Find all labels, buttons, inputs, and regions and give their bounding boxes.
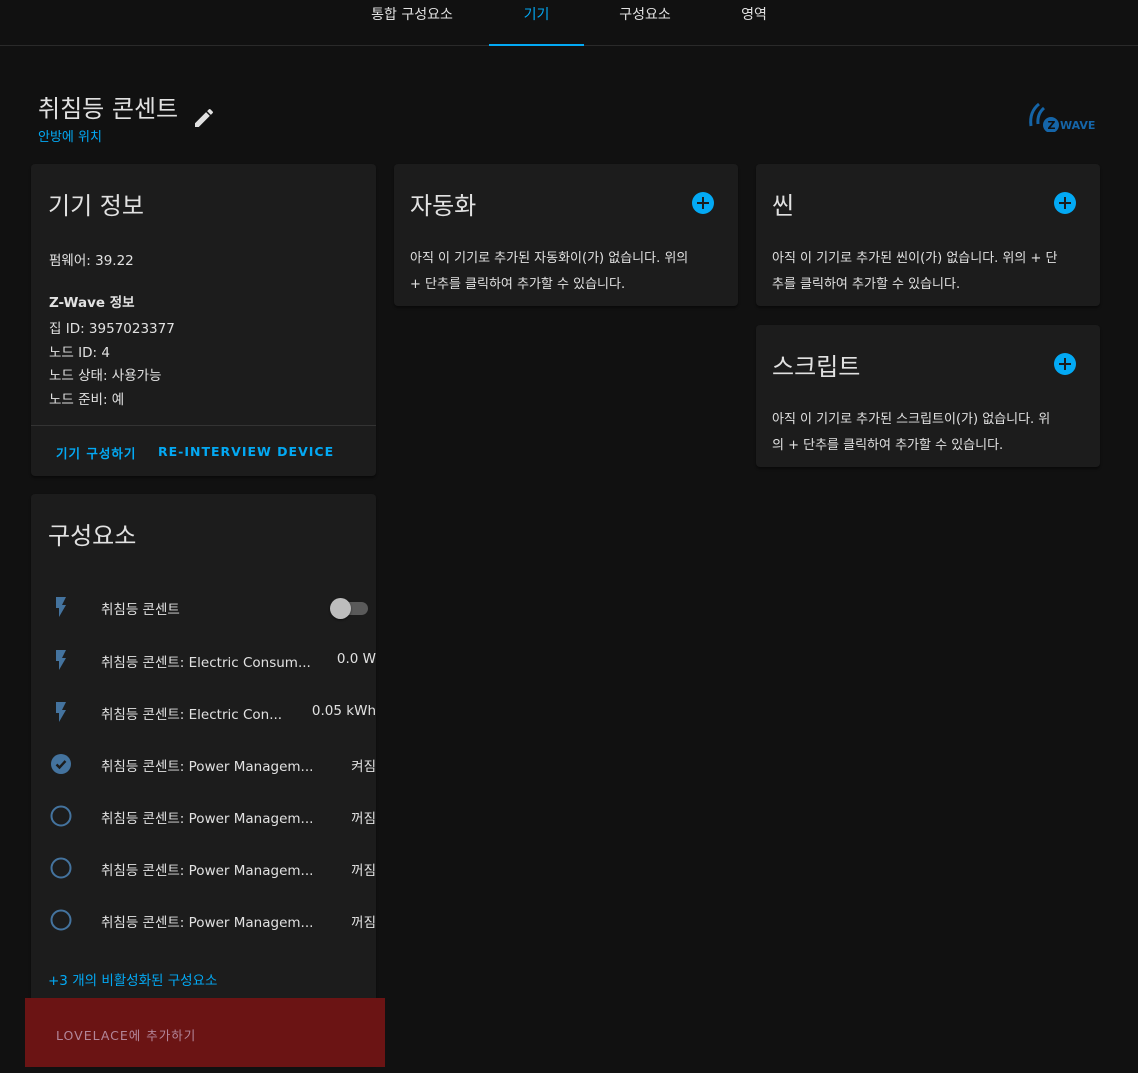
entity-toggle[interactable]: [330, 598, 372, 619]
card-title: 씬: [772, 192, 795, 220]
entity-name: 취침등 콘센트: [101, 602, 180, 618]
svg-text:WAVE: WAVE: [1060, 119, 1095, 132]
entity-state: 0.05 kWh: [311, 703, 376, 719]
tab-areas[interactable]: 영역: [725, 0, 783, 46]
zwave-heading: Z-Wave 정보: [49, 295, 135, 311]
entity-name: 취침등 콘센트: Electric Consum...: [101, 655, 311, 671]
svg-text:Z: Z: [1048, 119, 1056, 132]
node-id-text: 노드 ID: 4: [49, 345, 110, 361]
entity-row[interactable]: 취침등 콘센트: [31, 581, 376, 633]
page-title: 취침등 콘센트: [38, 95, 179, 123]
zwave-logo: Z WAVE: [1029, 102, 1095, 132]
entity-state: 꺼짐: [351, 863, 376, 879]
firmware-text: 펌웨어: 39.22: [49, 253, 134, 269]
entity-name: 취침등 콘센트: Power Managem...: [101, 915, 314, 931]
entity-row[interactable]: 취침등 콘센트: Power Managem... 꺼짐: [31, 842, 376, 894]
empty-text: 아직 이 기기로 추가된 자동화이(가) 없습니다. 위의 + 단추를 클릭하여…: [410, 251, 689, 292]
pencil-icon[interactable]: [192, 106, 216, 130]
entity-row[interactable]: 취침등 콘센트: Electric Consum... 0.0 W: [31, 634, 376, 686]
check-circle-icon: [51, 754, 71, 774]
entity-name: 취침등 콘센트: Power Managem...: [101, 863, 314, 879]
add-scene-button[interactable]: [1054, 192, 1076, 214]
card-title: 자동화: [410, 192, 477, 220]
entity-row[interactable]: 취침등 콘센트: Electric Con... 0.05 kWh: [31, 686, 376, 738]
entity-state: 0.0 W: [336, 651, 376, 667]
circle-outline-icon: [50, 805, 72, 827]
card-title: 기기 정보: [48, 192, 144, 220]
reinterview-device-button[interactable]: RE-INTERVIEW DEVICE: [158, 444, 334, 459]
entity-name: 취침등 콘센트: Power Managem...: [101, 759, 314, 775]
add-script-button[interactable]: [1054, 353, 1076, 375]
home-id-text: 집 ID: 3957023377: [49, 321, 175, 337]
device-info-card: 기기 정보 펌웨어: 39.22 Z-Wave 정보 집 ID: 3957023…: [31, 164, 376, 476]
configure-device-button[interactable]: 기기 구성하기: [56, 443, 136, 462]
area-link[interactable]: 안방에 위치: [38, 126, 102, 145]
disabled-entities-link[interactable]: +3 개의 비활성화된 구성요소: [48, 969, 217, 989]
card-title: 구성요소: [48, 522, 137, 550]
circle-outline-icon: [50, 857, 72, 879]
flash-icon: [56, 702, 66, 722]
tab-devices[interactable]: 기기: [489, 0, 584, 46]
empty-text: 아직 이 기기로 추가된 씬이(가) 없습니다. 위의 + 단 추를 클릭하여 …: [772, 251, 1058, 292]
scene-card: 씬 아직 이 기기로 추가된 씬이(가) 없습니다. 위의 + 단 추를 클릭하…: [756, 164, 1100, 306]
flash-icon: [56, 597, 66, 617]
circle-outline-icon: [50, 909, 72, 931]
entity-row[interactable]: 취침등 콘센트: Power Managem... 켜짐: [31, 738, 376, 790]
add-to-lovelace-button[interactable]: LOVELACE에 추가하기: [25, 998, 385, 1067]
entity-name: 취침등 콘센트: Electric Con...: [101, 707, 283, 723]
entity-state: 켜짐: [351, 759, 376, 775]
node-ready-text: 노드 준비: 예: [49, 392, 125, 408]
tab-integrations[interactable]: 통합 구성요소: [360, 0, 464, 46]
card-title: 스크립트: [772, 353, 861, 381]
tab-entities[interactable]: 구성요소: [606, 0, 684, 46]
add-to-lovelace-label: LOVELACE에 추가하기: [56, 1028, 197, 1043]
entity-name: 취침등 콘센트: Power Managem...: [101, 811, 314, 827]
entity-row[interactable]: 취침등 콘센트: Power Managem... 꺼짐: [31, 894, 376, 946]
entity-row[interactable]: 취침등 콘센트: Power Managem... 꺼짐: [31, 790, 376, 842]
add-automation-button[interactable]: [692, 192, 714, 214]
top-tab-bar: 통합 구성요소 기기 구성요소 영역: [0, 0, 1138, 46]
automation-card: 자동화 아직 이 기기로 추가된 자동화이(가) 없습니다. 위의 + 단추를 …: [394, 164, 738, 306]
script-card: 스크립트 아직 이 기기로 추가된 스크립트이(가) 없습니다. 위 의 + 단…: [756, 325, 1100, 467]
entity-state: 꺼짐: [351, 811, 376, 827]
divider: [31, 425, 376, 426]
empty-text: 아직 이 기기로 추가된 스크립트이(가) 없습니다. 위 의 + 단추를 클릭…: [772, 412, 1051, 453]
flash-icon: [56, 650, 66, 670]
entity-state: 꺼짐: [351, 915, 376, 931]
node-status-text: 노드 상태: 사용가능: [49, 368, 162, 384]
